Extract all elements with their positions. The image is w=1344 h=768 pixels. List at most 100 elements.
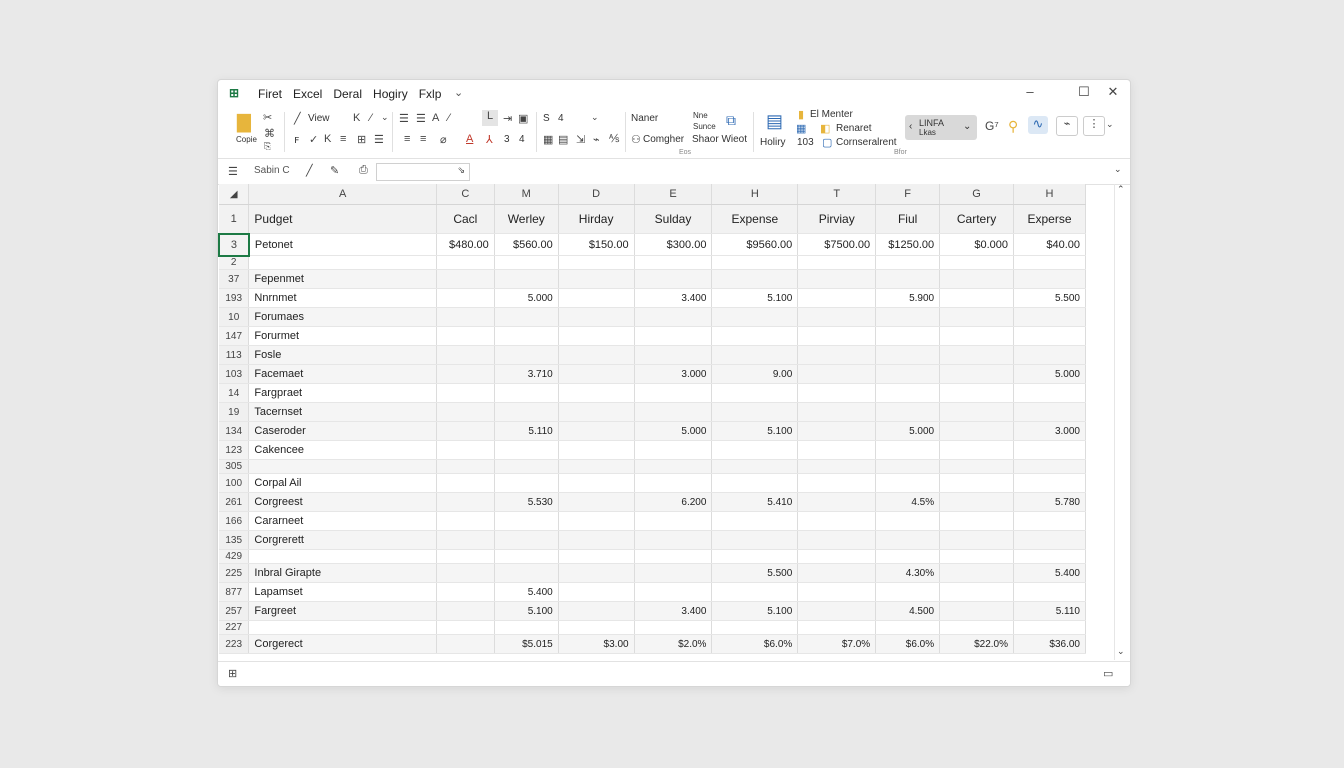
value-cell[interactable]: $9560.00 — [711, 233, 799, 256]
value-cell[interactable] — [436, 620, 495, 635]
value-cell[interactable] — [939, 459, 1014, 474]
value-cell[interactable] — [1013, 402, 1086, 422]
value-cell[interactable] — [875, 307, 941, 327]
row-label-cell[interactable]: Fargpraet — [248, 383, 437, 403]
value-cell[interactable] — [436, 255, 495, 270]
value-cell[interactable] — [711, 345, 799, 365]
value-cell[interactable] — [558, 345, 635, 365]
table-cell[interactable]: Cartery — [939, 204, 1014, 234]
value-cell[interactable]: 3.400 — [634, 288, 713, 308]
value-cell[interactable] — [1013, 345, 1086, 365]
value-cell[interactable] — [634, 326, 713, 346]
menu-item-excel[interactable]: Excel — [293, 87, 322, 101]
strikethrough-icon[interactable]: K — [324, 133, 331, 145]
underline-l-icon[interactable]: L — [482, 110, 498, 126]
value-cell[interactable] — [875, 383, 941, 403]
row-label-cell[interactable]: Fepenmet — [248, 269, 437, 289]
search-icon[interactable]: ⚲ — [1008, 118, 1018, 135]
value-cell[interactable] — [797, 383, 877, 403]
menu-item-deral[interactable]: Deral — [333, 87, 362, 101]
row-number[interactable]: 429 — [219, 549, 250, 564]
font-size-icon[interactable]: ꜰ — [294, 133, 299, 146]
value-cell[interactable] — [711, 549, 799, 564]
value-cell[interactable] — [634, 440, 713, 460]
value-cell[interactable] — [1013, 549, 1086, 564]
insert-function-icon[interactable]: ⎙ — [359, 164, 368, 177]
paste-icon[interactable]: ▇ — [237, 112, 251, 133]
value-cell[interactable] — [797, 473, 877, 493]
row-number[interactable]: 305 — [219, 459, 250, 474]
align-right-icon[interactable]: ☰ — [416, 112, 426, 125]
value-cell[interactable]: $3.00 — [558, 634, 635, 654]
value-cell[interactable] — [939, 473, 1014, 493]
share-workbook-label[interactable]: Shaor Wieot — [692, 134, 747, 145]
align-left-icon[interactable]: ≡ — [340, 133, 346, 145]
row-label-cell[interactable] — [248, 459, 437, 474]
value-cell[interactable] — [1013, 620, 1086, 635]
value-cell[interactable] — [797, 459, 877, 474]
value-cell[interactable] — [634, 459, 713, 474]
row-number[interactable]: 10 — [219, 307, 250, 327]
value-cell[interactable] — [711, 307, 799, 327]
value-cell[interactable] — [711, 473, 799, 493]
value-cell[interactable]: $150.00 — [558, 233, 635, 256]
column-header[interactable]: H — [711, 184, 799, 205]
value-cell[interactable] — [494, 620, 559, 635]
text-color-icon[interactable]: ⅄ — [486, 133, 493, 146]
value-cell[interactable] — [436, 269, 495, 289]
value-cell[interactable] — [558, 440, 635, 460]
font-a-icon[interactable]: A — [432, 112, 439, 124]
value-cell[interactable] — [494, 269, 559, 289]
value-cell[interactable]: $1250.00 — [875, 233, 941, 256]
value-cell[interactable] — [436, 530, 495, 550]
row-label-cell[interactable] — [248, 549, 437, 564]
row-label-cell[interactable]: Petonet — [248, 233, 437, 256]
value-cell[interactable] — [797, 549, 877, 564]
value-cell[interactable] — [634, 383, 713, 403]
value-cell[interactable]: 6.200 — [634, 492, 713, 512]
value-cell[interactable] — [1013, 383, 1086, 403]
value-cell[interactable] — [939, 620, 1014, 635]
value-cell[interactable] — [494, 383, 559, 403]
chevron-down-icon[interactable]: ⌄ — [1106, 119, 1114, 130]
value-cell[interactable] — [494, 511, 559, 531]
value-cell[interactable] — [558, 492, 635, 512]
row-number[interactable]: 103 — [219, 364, 250, 384]
value-cell[interactable] — [436, 307, 495, 327]
value-cell[interactable] — [875, 620, 941, 635]
value-cell[interactable] — [558, 563, 635, 583]
value-cell[interactable] — [939, 383, 1014, 403]
value-cell[interactable] — [1013, 269, 1086, 289]
value-cell[interactable] — [558, 601, 635, 621]
row-label-cell[interactable]: Nnrnmet — [248, 288, 437, 308]
value-cell[interactable] — [494, 255, 559, 270]
italic-icon[interactable]: ⁄ — [370, 112, 372, 124]
column-header[interactable]: F — [875, 184, 941, 205]
row-number[interactable]: 166 — [219, 511, 250, 531]
computer-label[interactable]: Comgher — [643, 134, 684, 145]
value-cell[interactable] — [797, 563, 877, 583]
decimal-decrease-icon[interactable]: ⅍ — [609, 133, 619, 145]
value-cell[interactable] — [634, 345, 713, 365]
value-cell[interactable]: $6.0% — [711, 634, 799, 654]
row-label-cell[interactable]: Lapamset — [248, 582, 437, 602]
value-cell[interactable] — [797, 307, 877, 327]
value-cell[interactable]: 5.100 — [711, 601, 799, 621]
value-cell[interactable] — [558, 620, 635, 635]
row-label-cell[interactable]: Fargreet — [248, 601, 437, 621]
value-cell[interactable] — [634, 549, 713, 564]
value-cell[interactable] — [797, 530, 877, 550]
row-number[interactable]: 135 — [219, 530, 250, 550]
fill-color-icon[interactable]: ⌀ — [440, 133, 447, 146]
value-cell[interactable]: $5.015 — [494, 634, 559, 654]
table-cell[interactable]: Sulday — [634, 204, 713, 234]
value-cell[interactable] — [875, 269, 941, 289]
value-cell[interactable]: 5.000 — [494, 288, 559, 308]
value-cell[interactable] — [558, 549, 635, 564]
select-all-corner[interactable]: ◢ — [219, 184, 250, 205]
cell-style-dropdown[interactable]: ‹ LINFA Lkas ⌄ — [905, 115, 977, 140]
value-cell[interactable] — [634, 307, 713, 327]
value-cell[interactable] — [939, 530, 1014, 550]
value-cell[interactable]: 5.110 — [1013, 601, 1086, 621]
row-label-cell[interactable]: Cararneet — [248, 511, 437, 531]
